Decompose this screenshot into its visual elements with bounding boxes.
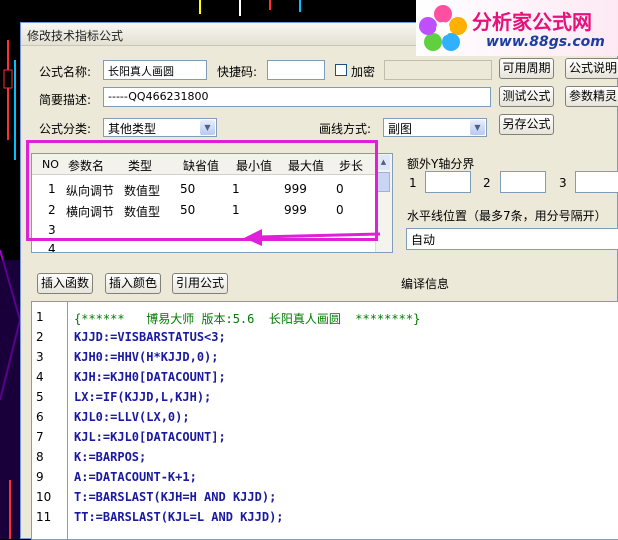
name-label: 公式名称: xyxy=(39,65,92,79)
logo-title: 分析家公式网 xyxy=(472,10,592,34)
line-number: 7 xyxy=(36,430,44,444)
line-number: 3 xyxy=(36,350,44,364)
linestyle-select[interactable]: 副图 ▼ xyxy=(383,118,487,137)
highlight-arrow-icon xyxy=(244,229,381,246)
line-number: 8 xyxy=(36,450,44,464)
chevron-down-icon: ▼ xyxy=(470,120,485,135)
category-value: 其他类型 xyxy=(108,122,157,136)
explain-button[interactable]: 公式说明 xyxy=(565,58,618,79)
tune-button[interactable]: 参数精灵 xyxy=(565,86,618,107)
code-editor[interactable]: 1 2 3 4 5 6 7 8 9 10 11 {****** 博易大师 版本:… xyxy=(31,301,618,540)
period-button[interactable]: 可用周期 xyxy=(499,58,554,79)
chevron-down-icon: ▼ xyxy=(200,120,215,135)
reference-formula-button[interactable]: 引用公式 xyxy=(172,273,228,294)
line-number: 9 xyxy=(36,470,44,484)
shortcut-label: 快捷码: xyxy=(217,65,258,79)
saveas-button[interactable]: 另存公式 xyxy=(499,114,554,135)
yaxis-field-label: 2 xyxy=(483,176,491,190)
shortcut-input[interactable] xyxy=(267,60,325,80)
category-select[interactable]: 其他类型 ▼ xyxy=(103,118,217,137)
line-number: 6 xyxy=(36,410,44,424)
password-input xyxy=(384,60,492,80)
line-number: 2 xyxy=(36,330,44,344)
test-button[interactable]: 测试公式 xyxy=(499,86,554,107)
insert-color-button[interactable]: 插入颜色 xyxy=(105,273,161,294)
yaxis-field-label: 1 xyxy=(409,176,417,190)
category-label: 公式分类: xyxy=(39,122,92,136)
line-number: 1 xyxy=(36,310,44,324)
code-line[interactable]: KJJD:=VISBARSTATUS<3; xyxy=(74,330,226,344)
formula-edit-dialog: 修改技术指标公式 公式名称: 长阳真人画圆 快捷码: 加密 可用周期 公式说明 … xyxy=(20,22,618,540)
yaxis-label: 额外Y轴分界 xyxy=(407,157,475,171)
yaxis-input-2[interactable] xyxy=(500,171,546,193)
code-line[interactable]: TT:=BARSLAST(KJL=L AND KJJD); xyxy=(74,510,284,524)
encrypt-label: 加密 xyxy=(351,65,376,79)
yaxis-field-label: 3 xyxy=(559,176,567,190)
line-number: 10 xyxy=(36,490,52,504)
scroll-up-icon[interactable]: ▲ xyxy=(377,155,390,170)
line-number: 5 xyxy=(36,390,44,404)
code-line[interactable]: T:=BARSLAST(KJH=H AND KJJD); xyxy=(74,490,276,504)
insert-function-button[interactable]: 插入函数 xyxy=(37,273,93,294)
encrypt-checkbox[interactable] xyxy=(335,64,347,76)
line-number: 11 xyxy=(36,510,52,524)
code-line[interactable]: KJH0:=HHV(H*KJJD,0); xyxy=(74,350,219,364)
code-line[interactable]: KJL:=KJL0[DATACOUNT]; xyxy=(74,430,226,444)
desc-input[interactable]: -----QQ466231800 xyxy=(103,87,491,107)
dialog-title: 修改技术指标公式 xyxy=(27,29,124,43)
logo-url: www.88gs.com xyxy=(486,34,605,50)
code-line[interactable]: A:=DATACOUNT-K+1; xyxy=(74,470,197,484)
row-no: 4 xyxy=(48,242,56,253)
linestyle-value: 副图 xyxy=(388,122,413,136)
yaxis-input-3[interactable] xyxy=(575,171,618,193)
linestyle-label: 画线方式: xyxy=(319,122,372,136)
flower-logo-icon xyxy=(419,5,467,51)
code-line[interactable]: KJL0:=LLV(LX,0); xyxy=(74,410,190,424)
site-logo: 分析家公式网 www.88gs.com xyxy=(416,0,618,56)
scroll-thumb[interactable] xyxy=(377,172,390,192)
hline-input[interactable]: 自动 xyxy=(406,228,618,250)
code-line[interactable]: KJH:=KJH0[DATACOUNT]; xyxy=(74,370,226,384)
formula-name-input[interactable]: 长阳真人画圆 xyxy=(103,60,207,80)
compile-info-label: 编译信息 xyxy=(401,277,450,291)
desc-label: 简要描述: xyxy=(39,93,92,107)
code-line[interactable]: K:=BARPOS; xyxy=(74,450,146,464)
line-number: 4 xyxy=(36,370,44,384)
hline-label: 水平线位置（最多7条，用分号隔开） xyxy=(407,209,607,223)
yaxis-input-1[interactable] xyxy=(425,171,471,193)
code-line[interactable]: LX:=IF(KJJD,L,KJH); xyxy=(74,390,211,404)
code-line[interactable]: {****** 博易大师 版本:5.6 长阳真人画圆 ********} xyxy=(74,310,420,327)
